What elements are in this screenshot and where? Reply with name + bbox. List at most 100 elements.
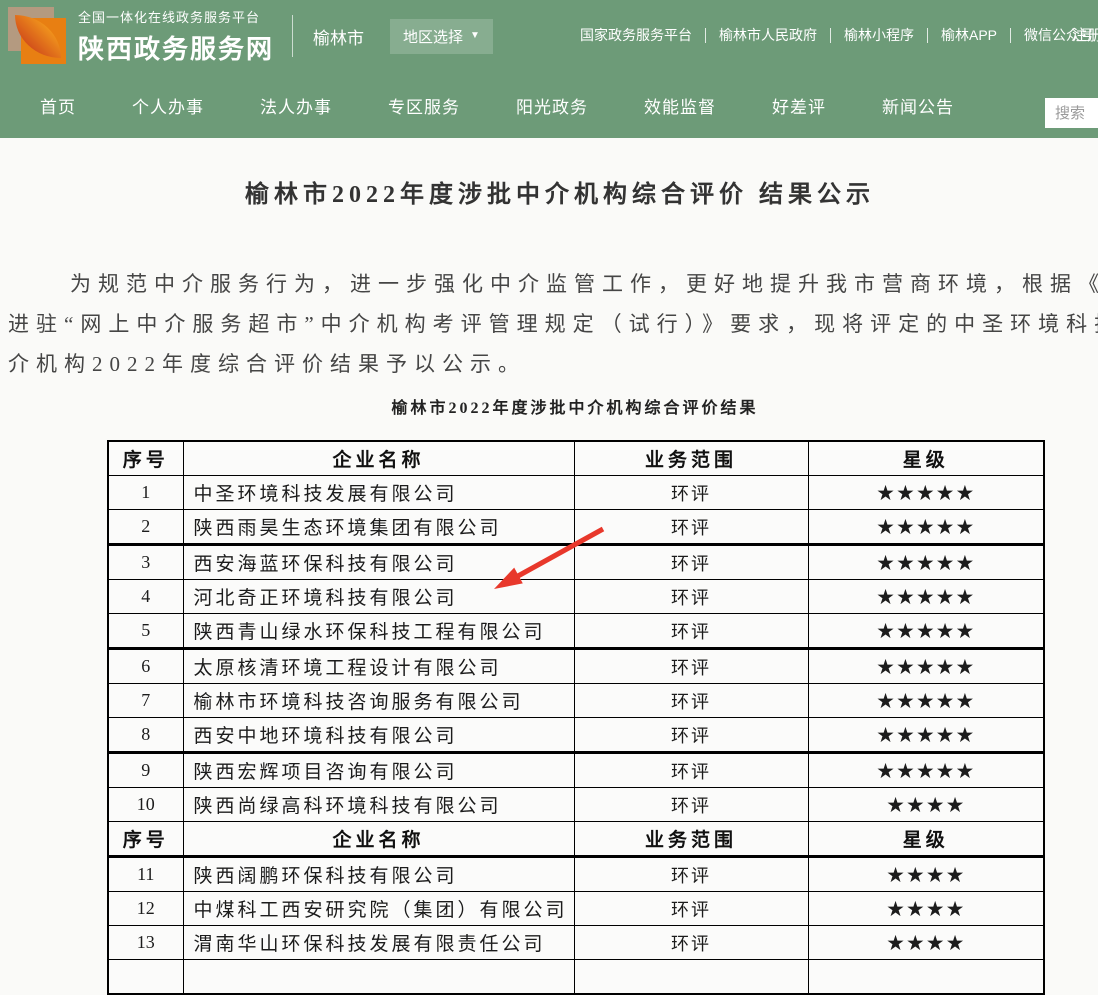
cell-star-rating: ★★★★★ (808, 614, 1044, 649)
cell-scope: 环评 (574, 580, 808, 614)
cell-scope: 环评 (574, 545, 808, 580)
nav-item[interactable]: 新闻公告 (882, 93, 954, 118)
table-row: 13渭南华山环保科技发展有限责任公司环评★★★★ (108, 926, 1044, 960)
cell-seq: 5 (108, 614, 183, 649)
table-row: 6太原核清环境工程设计有限公司环评★★★★★ (108, 649, 1044, 684)
cell-scope: 环评 (574, 788, 808, 822)
table-row: 3西安海蓝环保科技有限公司环评★★★★★ (108, 545, 1044, 580)
cell-seq: 10 (108, 788, 183, 822)
nav-item[interactable]: 阳光政务 (516, 93, 588, 118)
table-row (108, 960, 1044, 995)
cell-seq: 11 (108, 857, 183, 892)
nav-item[interactable]: 首页 (40, 93, 76, 118)
table-row: 9陕西宏辉项目咨询有限公司环评★★★★★ (108, 753, 1044, 788)
table-row: 11陕西阔鹏环保科技有限公司环评★★★★ (108, 857, 1044, 892)
column-header: 业务范围 (574, 822, 808, 857)
top-link[interactable]: 国家政务服务平台 (567, 25, 705, 45)
cell-scope: 环评 (574, 718, 808, 753)
cell-scope: 环评 (574, 892, 808, 926)
cell-scope: 环评 (574, 857, 808, 892)
cell-scope: 环评 (574, 753, 808, 788)
cell-star-rating: ★★★★ (808, 892, 1044, 926)
nav-item[interactable]: 法人办事 (260, 93, 332, 118)
cell-seq: 13 (108, 926, 183, 960)
cell-company-name: 河北奇正环境科技有限公司 (183, 580, 574, 614)
cell-scope: 环评 (574, 614, 808, 649)
cell-company-name: 陕西尚绿高科环境科技有限公司 (183, 788, 574, 822)
cell-seq (108, 960, 183, 995)
cell-company-name: 中煤科工西安研究院（集团）有限公司 (183, 892, 574, 926)
nav-item[interactable]: 效能监督 (644, 93, 716, 118)
cell-star-rating: ★★★★★ (808, 649, 1044, 684)
table-header-row: 序号企业名称业务范围星级 (108, 441, 1044, 476)
cell-seq: 6 (108, 649, 183, 684)
register-link[interactable]: 注册 (1072, 24, 1098, 45)
site-logo[interactable] (8, 5, 68, 67)
table-row: 2陕西雨昊生态环境集团有限公司环评★★★★★ (108, 510, 1044, 545)
cell-star-rating: ★★★★★ (808, 753, 1044, 788)
cell-seq: 8 (108, 718, 183, 753)
platform-label: 全国一体化在线政务服务平台 (78, 7, 274, 26)
nav-item[interactable]: 好差评 (772, 93, 826, 118)
paragraph-line: 进驻“网上中介服务超市”中介机构考评管理规定（试行）》要求，现将评定的中圣环境科… (8, 304, 1098, 344)
cell-star-rating: ★★★★ (808, 926, 1044, 960)
page-title: 榆林市2022年度涉批中介机构综合评价 结果公示 (0, 178, 1098, 212)
top-link[interactable]: 榆林市人民政府 (706, 25, 830, 45)
top-link[interactable]: 榆林小程序 (831, 25, 927, 45)
nav-item[interactable]: 专区服务 (388, 93, 460, 118)
site-header: 全国一体化在线政务服务平台 陕西政务服务网 榆林市 地区选择 ▼ 国家政务服务平… (0, 0, 1098, 138)
column-header: 星级 (808, 441, 1044, 476)
table-row: 5陕西青山绿水环保科技工程有限公司环评★★★★★ (108, 614, 1044, 649)
brand-block: 全国一体化在线政务服务平台 陕西政务服务网 (78, 7, 274, 66)
cell-company-name: 陕西雨昊生态环境集团有限公司 (183, 510, 574, 545)
cell-seq: 7 (108, 684, 183, 718)
cell-company-name: 渭南华山环保科技发展有限责任公司 (183, 926, 574, 960)
top-links: 国家政务服务平台榆林市人民政府榆林小程序榆林APP微信公众号 (567, 25, 1098, 45)
cell-seq: 9 (108, 753, 183, 788)
current-city-label: 榆林市 (313, 24, 364, 49)
cell-company-name: 西安海蓝环保科技有限公司 (183, 545, 574, 580)
table-caption: 榆林市2022年度涉批中介机构综合评价结果 (0, 398, 1098, 420)
column-header: 星级 (808, 822, 1044, 857)
column-header: 序号 (108, 822, 183, 857)
cell-company-name: 西安中地环境科技有限公司 (183, 718, 574, 753)
column-header: 企业名称 (183, 441, 574, 476)
brand-divider (292, 15, 293, 57)
table-header-row: 序号企业名称业务范围星级 (108, 822, 1044, 857)
cell-scope: 环评 (574, 649, 808, 684)
cell-scope: 环评 (574, 684, 808, 718)
paragraph-line: 介机构2022年度综合评价结果予以公示。 (8, 344, 1098, 384)
paragraph-line: 为规范中介服务行为，进一步强化中介监管工作，更好地提升我市营商环境，根据《榆林市… (8, 264, 1098, 304)
column-header: 企业名称 (183, 822, 574, 857)
cell-company-name: 陕西青山绿水环保科技工程有限公司 (183, 614, 574, 649)
search-input[interactable] (1045, 98, 1098, 128)
cell-star-rating: ★★★★★ (808, 510, 1044, 545)
cell-star-rating: ★★★★★ (808, 684, 1044, 718)
table-row: 10陕西尚绿高科环境科技有限公司环评★★★★ (108, 788, 1044, 822)
cell-seq: 4 (108, 580, 183, 614)
announcement-page: 榆林市2022年度涉批中介机构综合评价 结果公示 为规范中介服务行为，进一步强化… (0, 138, 1098, 995)
site-name: 陕西政务服务网 (78, 29, 274, 66)
cell-seq: 1 (108, 476, 183, 510)
nav-item[interactable]: 个人办事 (132, 93, 204, 118)
top-link[interactable]: 榆林APP (928, 25, 1010, 45)
main-nav: 首页 个人办事 法人办事 专区服务 阳光政务 效能监督 好差评 新闻公告 (0, 72, 1098, 138)
cell-company-name: 陕西宏辉项目咨询有限公司 (183, 753, 574, 788)
column-header: 业务范围 (574, 441, 808, 476)
cell-star-rating (808, 960, 1044, 995)
cell-scope: 环评 (574, 926, 808, 960)
cell-star-rating: ★★★★ (808, 857, 1044, 892)
header-top-row: 全国一体化在线政务服务平台 陕西政务服务网 榆林市 地区选择 ▼ 国家政务服务平… (0, 0, 1098, 72)
cell-seq: 12 (108, 892, 183, 926)
cell-company-name: 榆林市环境科技咨询服务有限公司 (183, 684, 574, 718)
cell-company-name: 陕西阔鹏环保科技有限公司 (183, 857, 574, 892)
cell-company-name (183, 960, 574, 995)
announcement-paragraph: 为规范中介服务行为，进一步强化中介监管工作，更好地提升我市营商环境，根据《榆林市… (0, 264, 1098, 384)
region-selector-button[interactable]: 地区选择 ▼ (390, 19, 493, 54)
evaluation-table: 序号企业名称业务范围星级1中圣环境科技发展有限公司环评★★★★★2陕西雨昊生态环… (107, 440, 1045, 995)
cell-star-rating: ★★★★★ (808, 476, 1044, 510)
cell-scope (574, 960, 808, 995)
caret-down-icon: ▼ (470, 31, 480, 41)
region-selector-label: 地区选择 (403, 26, 463, 47)
table-row: 4河北奇正环境科技有限公司环评★★★★★ (108, 580, 1044, 614)
